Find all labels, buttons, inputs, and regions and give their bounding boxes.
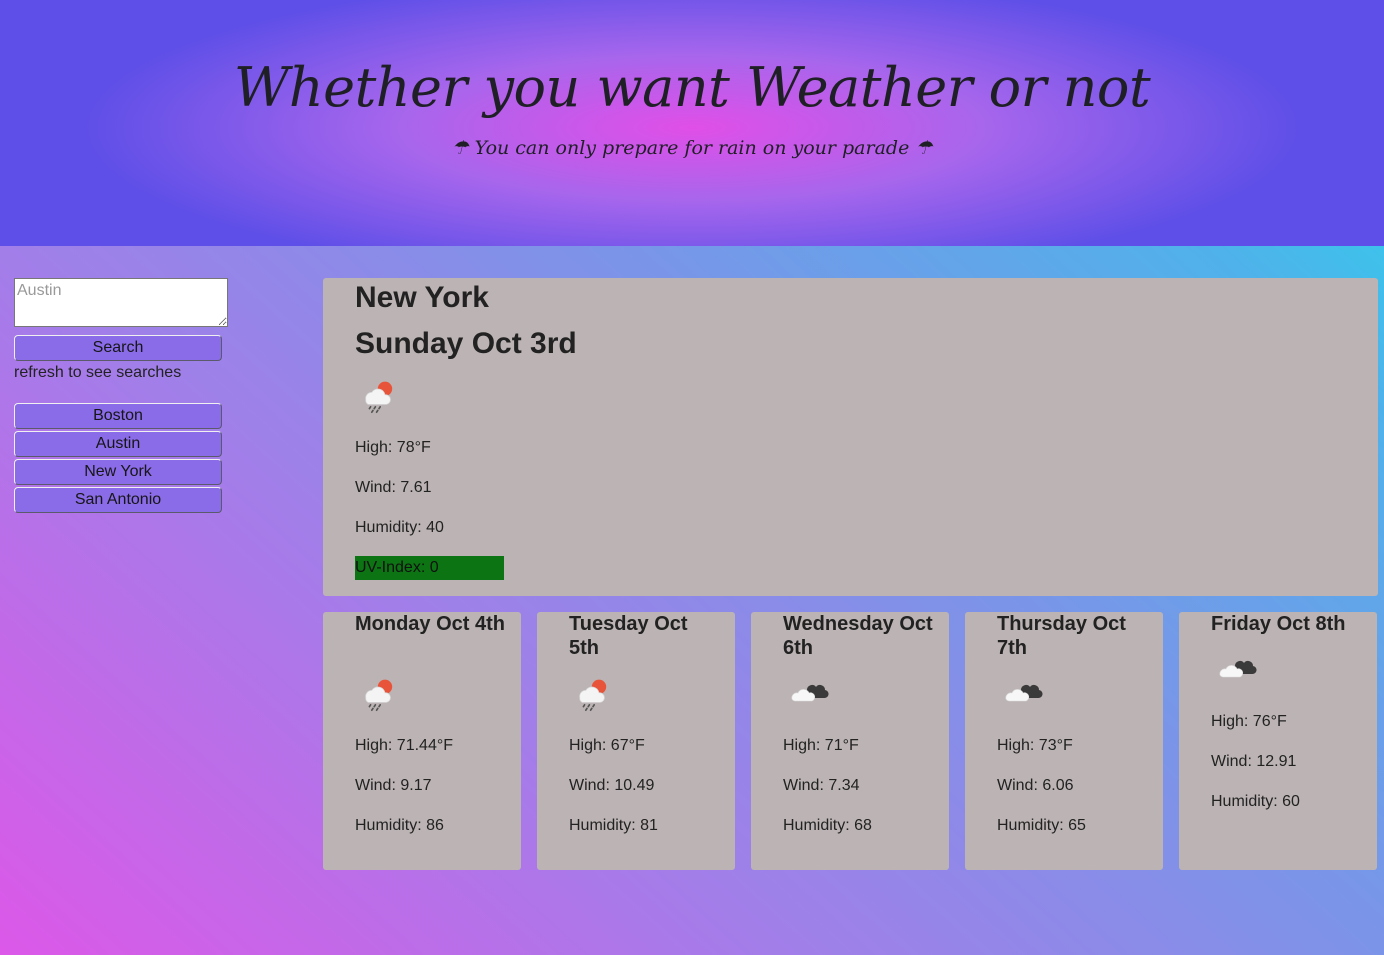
forecast-high: High: 71.44°F bbox=[355, 737, 454, 754]
forecast-card-monday: Monday Oct 4th High: 71.44°F Wind: 9.17 … bbox=[323, 612, 521, 870]
forecast-date: Thursday Oct 7th bbox=[997, 613, 1126, 659]
city-search-input[interactable] bbox=[14, 278, 228, 327]
forecast-date: Friday Oct 8th bbox=[1211, 613, 1346, 635]
forecast-high: High: 76°F bbox=[1211, 713, 1287, 730]
forecast-wind: Wind: 7.34 bbox=[783, 777, 860, 794]
forecast-high: High: 73°F bbox=[997, 737, 1073, 754]
history-button-austin[interactable]: Austin bbox=[14, 431, 222, 457]
forecast-date: Tuesday Oct 5th bbox=[569, 613, 688, 659]
forecast-card-friday: Friday Oct 8th High: 76°F Wind: 12.91 Hu… bbox=[1179, 612, 1377, 870]
current-humidity: Humidity: 40 bbox=[355, 519, 444, 536]
forecast-high: High: 67°F bbox=[569, 737, 645, 754]
page-header: Whether you want Weather or not ☂ You ca… bbox=[0, 0, 1384, 246]
current-weather-card: New York Sunday Oct 3rd High: 78°F Wind:… bbox=[323, 278, 1378, 596]
forecast-card-tuesday: Tuesday Oct 5th High: 67°F Wind: 10.49 H… bbox=[537, 612, 735, 870]
forecast-humidity: Humidity: 65 bbox=[997, 817, 1086, 834]
forecast-card-wednesday: Wednesday Oct 6th High: 71°F Wind: 7.34 … bbox=[751, 612, 949, 870]
history-button-boston[interactable]: Boston bbox=[14, 403, 222, 429]
forecast-humidity: Humidity: 60 bbox=[1211, 793, 1300, 810]
page-subtitle: ☂ You can only prepare for rain on your … bbox=[451, 137, 933, 159]
search-button[interactable]: Search bbox=[14, 335, 222, 361]
rain-sun-icon bbox=[575, 676, 611, 712]
history-button-new-york[interactable]: New York bbox=[14, 459, 222, 485]
current-high: High: 78°F bbox=[355, 439, 431, 456]
clouds-icon bbox=[1003, 678, 1043, 708]
forecast-wind: Wind: 10.49 bbox=[569, 777, 655, 794]
forecast-high: High: 71°F bbox=[783, 737, 859, 754]
forecast-wind: Wind: 6.06 bbox=[997, 777, 1074, 794]
forecast-date: Monday Oct 4th bbox=[355, 613, 506, 635]
current-city: New York bbox=[355, 281, 489, 314]
clouds-icon bbox=[789, 678, 829, 708]
forecast-humidity: Humidity: 81 bbox=[569, 817, 658, 834]
forecast-card-thursday: Thursday Oct 7th High: 73°F Wind: 6.06 H… bbox=[965, 612, 1163, 870]
forecast-humidity: Humidity: 68 bbox=[783, 817, 872, 834]
current-date: Sunday Oct 3rd bbox=[355, 327, 577, 360]
forecast-wind: Wind: 9.17 bbox=[355, 777, 432, 794]
uv-index-badge: UV-Index: 0 bbox=[355, 556, 504, 580]
page-title: Whether you want Weather or not bbox=[233, 56, 1151, 119]
rain-sun-icon bbox=[361, 676, 397, 712]
clouds-icon bbox=[1217, 654, 1257, 684]
forecast-humidity: Humidity: 86 bbox=[355, 817, 444, 834]
forecast-wind: Wind: 12.91 bbox=[1211, 753, 1297, 770]
current-wind: Wind: 7.61 bbox=[355, 479, 432, 496]
history-button-san-antonio[interactable]: San Antonio bbox=[14, 487, 222, 513]
history-hint: refresh to see searches bbox=[14, 364, 182, 381]
rain-sun-icon bbox=[361, 378, 397, 414]
forecast-date: Wednesday Oct 6th bbox=[783, 613, 933, 659]
